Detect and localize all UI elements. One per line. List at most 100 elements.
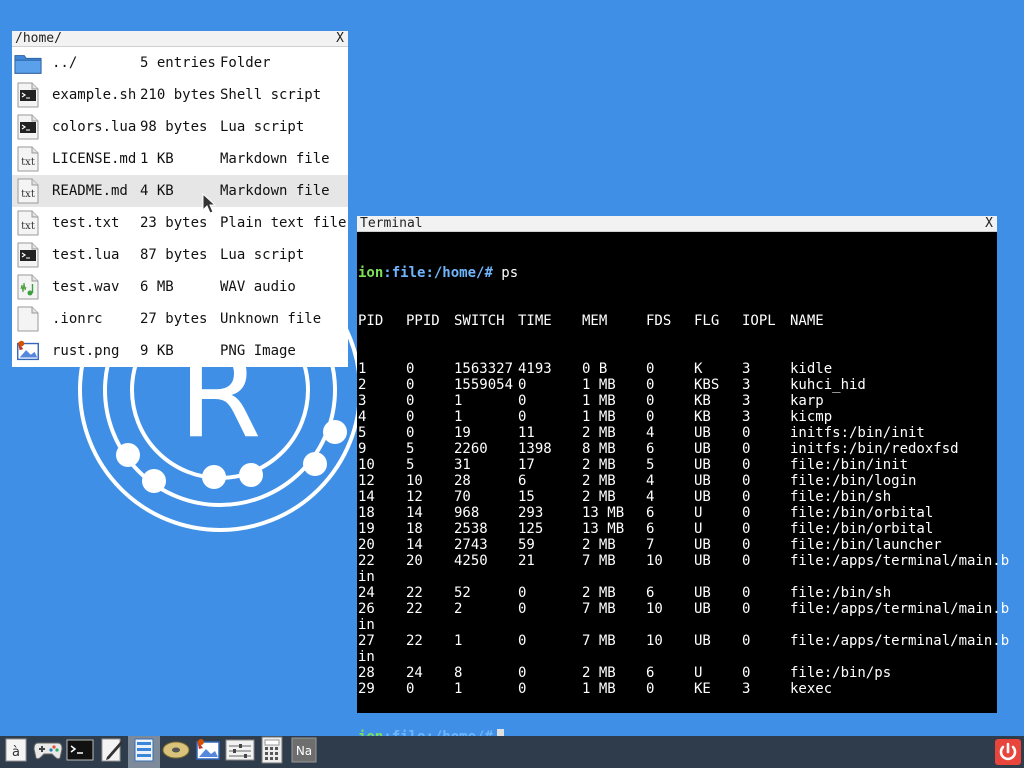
file-manager-window[interactable]: /home/ X ../ 5 entries Folder example.sh 210… — [12, 31, 348, 367]
file-row[interactable]: ../ 5 entries Folder — [12, 47, 348, 79]
ps-cell: 4 — [646, 425, 655, 441]
taskbar-button[interactable]: Na — [288, 736, 320, 768]
ps-cell: 9 — [358, 441, 367, 457]
ps-cell: 0 — [646, 377, 655, 393]
ps-cell: 1563327 — [454, 361, 514, 377]
file-row[interactable]: txt LICENSE.md 1 KB Markdown file — [12, 143, 348, 175]
ps-cell: 0 — [742, 489, 751, 505]
ps-cell: 0 — [742, 585, 751, 601]
ps-cell: 1 — [358, 361, 367, 377]
file-row[interactable]: colors.lua 98 bytes Lua script — [12, 111, 348, 143]
ps-cell: 0 — [742, 425, 751, 441]
ps-cell: 1 MB — [582, 681, 616, 697]
calculator-icon — [261, 736, 283, 768]
ps-cell: karp — [790, 393, 824, 409]
ps-cell: 0 — [742, 521, 751, 537]
ps-cell: UB — [694, 473, 711, 489]
ps-cell: 3 — [742, 409, 751, 425]
ps-cell: 14 — [406, 537, 423, 553]
file-type: Markdown file — [220, 183, 330, 199]
taskbar-button[interactable] — [128, 736, 160, 768]
ps-cell: 14 — [406, 505, 423, 521]
ps-cell: kexec — [790, 681, 833, 697]
file-row[interactable]: test.wav 6 MB WAV audio — [12, 271, 348, 303]
terminal-close-button[interactable]: X — [984, 216, 994, 232]
ps-cell: 2 MB — [582, 457, 616, 473]
ps-cell: 0 — [406, 377, 415, 393]
ps-row-wrap: in — [358, 617, 997, 633]
ps-cell: file:/bin/launcher — [790, 537, 942, 553]
terminal-command: ps — [492, 265, 519, 281]
ps-cell: 8 — [454, 665, 463, 681]
ps-cell: 20 — [358, 537, 375, 553]
ps-header-cell: SWITCH — [454, 313, 505, 329]
ps-cell: 2 MB — [582, 537, 616, 553]
terminal-window[interactable]: Terminal X ion:file:/home/# ps PID PPID SW… — [357, 216, 1009, 745]
ps-cell: 24 — [406, 665, 423, 681]
ps-cell: 10 — [646, 553, 663, 569]
ps-cell: 21 — [518, 553, 535, 569]
ps-row: 27 22 1 0 7 MB 10 UB 0 file:/apps/terminal/main.… — [358, 633, 1009, 649]
ps-cell: 3 — [742, 361, 751, 377]
ps-cell: 0 — [518, 585, 527, 601]
ps-cell: 3 — [742, 377, 751, 393]
ps-cell: 7 MB — [582, 601, 616, 617]
ps-cell: 0 — [742, 633, 751, 649]
terminal-title: Terminal — [360, 216, 423, 231]
ps-cell: 1 MB — [582, 377, 616, 393]
ps-cell: 10 — [646, 601, 663, 617]
file-manager-titlebar[interactable]: /home/ X — [12, 31, 348, 47]
ps-cell: 4 — [646, 473, 655, 489]
ps-cell: U — [694, 505, 703, 521]
taskbar-button[interactable] — [256, 736, 288, 768]
ps-header-cell: IOPL — [742, 313, 776, 329]
terminal-output[interactable]: ion:file:/home/# ps PID PPID SWITCH TIME MEM… — [357, 233, 1009, 745]
file-row[interactable]: example.sh 210 bytes Shell script — [12, 79, 348, 111]
ps-cell: initfs:/bin/redoxfsd — [790, 441, 959, 457]
ps-cell: kuhci_hid — [790, 377, 866, 393]
ps-cell: 22 — [406, 585, 423, 601]
taskbar-button[interactable]: à — [0, 736, 32, 768]
ps-cell: 0 — [518, 633, 527, 649]
ps-cell: 12 — [358, 473, 375, 489]
file-type: Folder — [220, 55, 271, 71]
ps-cell: 3 — [742, 681, 751, 697]
taskbar-button[interactable] — [224, 736, 256, 768]
ps-cell: 0 — [518, 665, 527, 681]
ps-row: 26 22 2 0 7 MB 10 UB 0 file:/apps/terminal/main.… — [358, 601, 1009, 617]
ps-header-cell: NAME — [790, 313, 824, 329]
file-manager-home-icon: à — [3, 737, 29, 767]
svg-text:txt: txt — [21, 157, 35, 168]
ps-cell: 1559054 — [454, 377, 514, 393]
terminal-file-icon — [14, 113, 42, 141]
file-row[interactable]: txt README.md 4 KB Markdown file — [12, 175, 348, 207]
ps-cell: file:/bin/sh — [790, 489, 892, 505]
file-row[interactable]: .ionrc 27 bytes Unknown file — [12, 303, 348, 335]
taskbar-button[interactable] — [160, 736, 192, 768]
terminal-titlebar[interactable]: Terminal X — [357, 216, 997, 232]
file-row[interactable]: test.lua 87 bytes Lua script — [12, 239, 348, 271]
taskbar-button[interactable] — [96, 736, 128, 768]
file-row[interactable]: rust.png 9 KB PNG Image — [12, 335, 348, 367]
ps-row: 18 14 968 293 13 MB 6 U 0 file:/bin/orbital — [358, 505, 997, 521]
file-size: 9 KB — [140, 343, 174, 359]
ps-cell: file:/bin/login — [790, 473, 917, 489]
ps-row: 2 0 1559054 0 1 MB 0 KBS 3 kuhci_hid — [358, 377, 997, 393]
taskbar: à Na — [0, 736, 1024, 768]
ps-cell: 2 — [358, 377, 367, 393]
file-row[interactable]: txt test.txt 23 bytes Plain text file — [12, 207, 348, 239]
ps-cell: UB — [694, 457, 711, 473]
file-size: 4 KB — [140, 183, 174, 199]
file-manager-close-button[interactable]: X — [335, 31, 345, 47]
power-button[interactable] — [992, 736, 1024, 768]
taskbar-button[interactable] — [64, 736, 96, 768]
ps-rows: 1 0 1563327 4193 0 B 0 K 3 kidle 2 0 1559054 0 1 MB 0 K… — [358, 361, 1009, 697]
ps-cell: 0 — [742, 473, 751, 489]
taskbar-button[interactable] — [192, 736, 224, 768]
ps-cell: 0 — [646, 681, 655, 697]
ps-cell: file:/bin/ps — [790, 665, 892, 681]
taskbar-button[interactable] — [32, 736, 64, 768]
ps-cell: 0 — [742, 441, 751, 457]
ps-cell: 0 — [518, 601, 527, 617]
mouse-pointer-icon — [202, 193, 217, 214]
